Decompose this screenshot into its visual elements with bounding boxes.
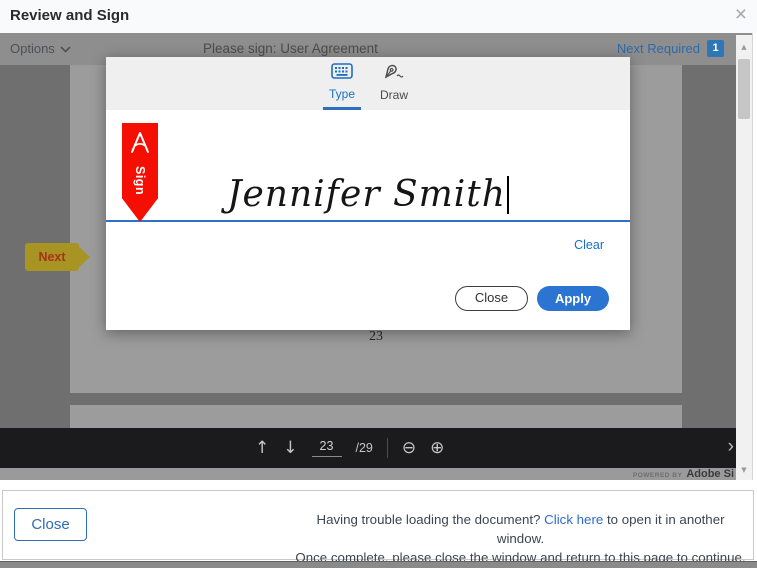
document-next-page bbox=[70, 405, 682, 428]
signature-input-area[interactable]: Jennifer Smith bbox=[106, 110, 630, 220]
options-menu[interactable]: Options bbox=[10, 41, 71, 56]
signature-dialog-header: Type Draw bbox=[106, 57, 630, 110]
vertical-scrollbar[interactable]: ▲ ▼ bbox=[736, 35, 752, 480]
ribbon-sign-label: Sign bbox=[133, 166, 147, 195]
dialog-close-button[interactable]: Close bbox=[455, 286, 528, 311]
brand-name-label: Adobe Si bbox=[686, 468, 734, 480]
branding-strip: POWERED BY Adobe Si bbox=[0, 468, 752, 480]
keyboard-icon bbox=[331, 63, 353, 84]
signature-dialog: Type Draw Jennifer Smith Sign Clear bbox=[106, 57, 630, 330]
tab-type-label: Type bbox=[329, 87, 355, 101]
signature-tabs: Type Draw bbox=[106, 57, 630, 110]
dialog-apply-button[interactable]: Apply bbox=[537, 286, 609, 311]
scrollbar-thumb[interactable] bbox=[738, 59, 750, 119]
expand-panel-icon[interactable]: › bbox=[728, 436, 734, 458]
zoom-out-icon[interactable]: ⊖ bbox=[402, 438, 416, 458]
page-total-label: /29 bbox=[356, 441, 373, 455]
scroll-up-icon[interactable]: ▲ bbox=[736, 39, 752, 55]
document-title: Please sign: User Agreement bbox=[203, 41, 378, 56]
footer-section: Close Having trouble loading the documen… bbox=[0, 480, 757, 568]
footer-close-button[interactable]: Close bbox=[14, 508, 87, 541]
tab-draw-label: Draw bbox=[380, 88, 408, 102]
page-number-label: 23 bbox=[70, 329, 682, 345]
text-caret bbox=[507, 176, 509, 214]
page-down-icon[interactable]: ↓ bbox=[283, 438, 297, 458]
next-field-tag[interactable]: Next bbox=[25, 243, 79, 271]
page-number-input[interactable]: 23 bbox=[312, 439, 342, 457]
toolbar-divider bbox=[387, 438, 388, 458]
signature-typed-text: Jennifer Smith bbox=[106, 174, 630, 215]
pen-icon bbox=[383, 63, 406, 85]
powered-by-label: POWERED BY bbox=[633, 472, 682, 479]
options-label: Options bbox=[10, 41, 55, 56]
chevron-down-icon bbox=[60, 41, 71, 56]
click-here-link[interactable]: Click here bbox=[544, 512, 603, 527]
signature-baseline bbox=[106, 220, 630, 222]
bottom-strip bbox=[0, 561, 757, 568]
window-titlebar: Review and Sign × bbox=[0, 0, 757, 33]
adobe-icon bbox=[128, 130, 152, 160]
tab-draw[interactable]: Draw bbox=[375, 57, 413, 110]
clear-signature-link[interactable]: Clear bbox=[574, 238, 604, 252]
zoom-in-icon[interactable]: ⊕ bbox=[430, 438, 444, 458]
next-required-count-badge: 1 bbox=[707, 40, 724, 57]
right-gutter bbox=[752, 33, 757, 480]
page-up-icon[interactable]: ↑ bbox=[255, 438, 269, 458]
help-text-line1: Having trouble loading the document? bbox=[316, 512, 540, 527]
review-and-sign-window: Review and Sign × Options Please sign: U… bbox=[0, 0, 757, 568]
close-icon[interactable]: × bbox=[735, 3, 747, 27]
footer-box: Close Having trouble loading the documen… bbox=[2, 490, 754, 560]
tab-type[interactable]: Type bbox=[323, 57, 361, 110]
footer-help-text: Having trouble loading the document? Cli… bbox=[293, 510, 748, 567]
pdf-toolbar: ↑ ↓ 23 /29 ⊖ ⊕ › bbox=[0, 428, 752, 468]
next-field-tag-label: Next bbox=[25, 243, 79, 271]
scroll-down-icon[interactable]: ▼ bbox=[736, 462, 752, 478]
window-title: Review and Sign bbox=[10, 7, 129, 24]
next-required-link[interactable]: Next Required bbox=[617, 41, 700, 56]
